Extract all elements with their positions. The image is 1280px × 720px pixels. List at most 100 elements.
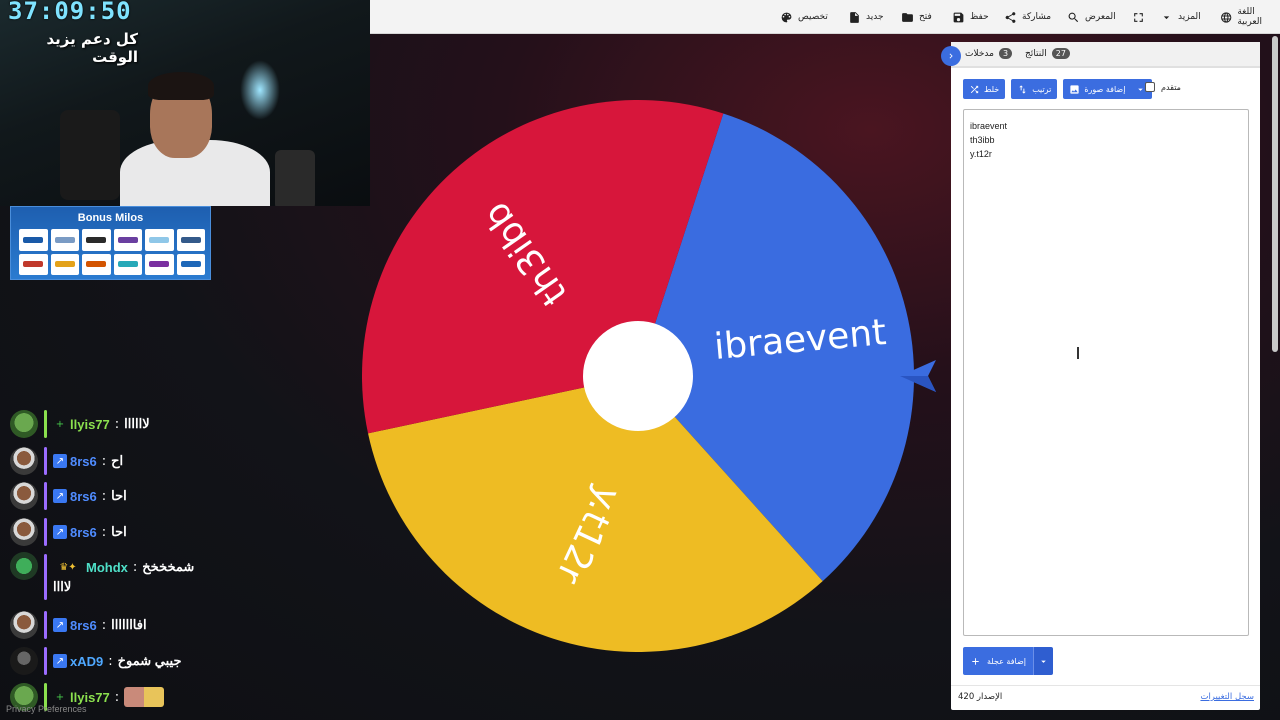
chat-body: ♛✦ Mohdx: شمخخخخ لاااا (53, 559, 194, 595)
plus-icon (972, 657, 979, 665)
fullscreen-icon (1134, 12, 1143, 22)
language-menu[interactable]: اللغة العربية (1220, 7, 1280, 27)
chat-badge-5: ↗ (53, 618, 67, 632)
tab-results[interactable]: النتائج 27 (1025, 48, 1070, 59)
panel-footer: الإصدار 420 سجل التغييرات (951, 685, 1260, 710)
entry-line[interactable]: y.t12r (970, 147, 1242, 161)
chat-body: ↗ 8rs6: احا (53, 524, 127, 540)
chat-line: ↗ 8rs6: افااااااا (53, 617, 147, 633)
chat-line: ↗ xAD9: جيبي شموخ (53, 653, 182, 669)
webcam-streamer-hair (148, 72, 214, 100)
add-wheel-dropdown[interactable] (1032, 647, 1053, 675)
webcam-chair (275, 150, 315, 206)
sort-button[interactable]: ترتيب (1011, 79, 1058, 99)
sort-label: ترتيب (1032, 84, 1052, 94)
chat-accent-bar (44, 554, 47, 600)
entry-line[interactable]: th3ibb (970, 133, 1242, 147)
chat-username[interactable]: 8rs6 (70, 525, 97, 540)
share-button[interactable]: مشاركة (1004, 9, 1051, 25)
spin-wheel[interactable]: ibraeventy.t12rth3ibb (362, 100, 914, 652)
avatar[interactable] (10, 482, 38, 510)
avatar[interactable] (10, 518, 38, 546)
chat-separator: : (101, 617, 107, 633)
chat-text: جيبي شموخ (117, 653, 182, 668)
entries-textarea[interactable]: ibraevent th3ibb y.t12r (963, 109, 1249, 636)
sponsor-logo-stc (145, 229, 174, 251)
add-wheel-label: إضافة عجلة (987, 656, 1026, 666)
save-button[interactable]: حفظ (952, 9, 989, 25)
chat-badge-6: ↗ (53, 654, 67, 668)
more-menu[interactable]: المزيد (1160, 9, 1201, 25)
customize-button[interactable]: تخصيص (780, 9, 828, 25)
version-label: الإصدار 420 (958, 692, 1003, 702)
entry-line[interactable]: ibraevent (970, 119, 1242, 133)
customize-label: تخصيص (798, 12, 828, 22)
chat-separator: : (114, 416, 120, 432)
chat-username[interactable]: 8rs6 (70, 489, 97, 504)
tab-results-label: النتائج (1025, 48, 1047, 59)
chat-badge-4: ♛✦ (59, 561, 77, 573)
chat-line: ↗ 8rs6: احا (53, 524, 127, 540)
privacy-link[interactable]: Privacy Preferences (6, 704, 87, 714)
webcam-overlay: 37:09:50 كل دعم يزيد الوقت (0, 0, 370, 206)
chevron-down-icon (1163, 15, 1170, 19)
avatar[interactable] (10, 647, 38, 675)
chat-username[interactable]: llyis77 (70, 417, 110, 432)
top-toolbar: اللغة العربية المزيد المعرض مشاركة حفظ ف… (370, 0, 1280, 34)
add-wheel-button[interactable]: إضافة عجلة (963, 647, 1033, 675)
chat-badge-3: ↗ (53, 525, 67, 539)
chat-text: افااااااا (111, 617, 147, 632)
avatar[interactable] (10, 611, 38, 639)
chat-username[interactable]: 8rs6 (70, 618, 97, 633)
shuffle-button[interactable]: خلط (963, 79, 1006, 99)
new-button[interactable]: جديد (848, 9, 884, 25)
chat-username[interactable]: 8rs6 (70, 454, 97, 469)
add-image-button[interactable]: إضافة صورة (1063, 79, 1153, 99)
chat-line: + llyis77: لاااااا (53, 416, 150, 432)
chat-body: ↗ 8rs6: اح (53, 453, 123, 469)
open-button[interactable]: فتح (901, 9, 932, 25)
advanced-checkbox[interactable] (1145, 82, 1155, 92)
palette-icon (781, 12, 792, 22)
chat-username[interactable]: xAD9 (70, 654, 103, 669)
chat-message: + llyis77: لاااااا (10, 408, 150, 440)
sponsor-logo-alrajhi (82, 229, 111, 251)
page-scrollbar[interactable] (1272, 36, 1278, 352)
chat-separator: : (108, 653, 113, 669)
fullscreen-button[interactable] (1132, 9, 1145, 25)
sponsor-logo-lay (50, 253, 79, 275)
tab-entries-label: مدخلات (965, 48, 994, 59)
avatar[interactable] (10, 552, 38, 580)
chat-separator: : (101, 453, 107, 469)
file-icon (850, 11, 859, 23)
tab-entries[interactable]: مدخلات 3 (965, 48, 1013, 59)
sponsor-logo-SNB (19, 229, 48, 251)
chat-username[interactable]: Mohdx (86, 560, 128, 575)
sponsor-logo-mark (86, 261, 107, 268)
chat-username[interactable]: llyis77 (70, 690, 110, 705)
sponsor-logo-mark (149, 261, 170, 268)
chat-text-continued: لاااا (53, 579, 72, 594)
chat-message: ↗ 8rs6: احا (10, 516, 127, 548)
stream-timer: 37:09:50 (8, 0, 132, 25)
avatar[interactable] (10, 447, 38, 475)
sponsor-logo-riyad (50, 229, 79, 251)
chat-badge-7: + (55, 691, 65, 703)
wheel-hub[interactable] (583, 321, 693, 431)
chat-text: لاااااا (124, 416, 150, 431)
chat-message: ↗ 8rs6: احا (10, 480, 127, 512)
tab-entries-count: 3 (998, 48, 1013, 59)
changelog-link[interactable]: سجل التغييرات (1200, 692, 1254, 702)
sponsor-logo-anb (113, 253, 142, 275)
sponsor-logo-mark (149, 236, 170, 243)
webcam-light (240, 60, 280, 120)
gallery-button[interactable]: المعرض (1067, 9, 1116, 25)
save-label: حفظ (970, 12, 989, 22)
sponsor-logo-mark (54, 236, 75, 243)
avatar[interactable] (10, 410, 38, 438)
collapse-panel-button[interactable] (941, 46, 961, 66)
caret-down-icon (1041, 660, 1046, 663)
advanced-label: متقدم (1161, 82, 1181, 92)
advanced-toggle[interactable]: متقدم (1145, 82, 1181, 92)
gallery-label: المعرض (1085, 12, 1116, 22)
